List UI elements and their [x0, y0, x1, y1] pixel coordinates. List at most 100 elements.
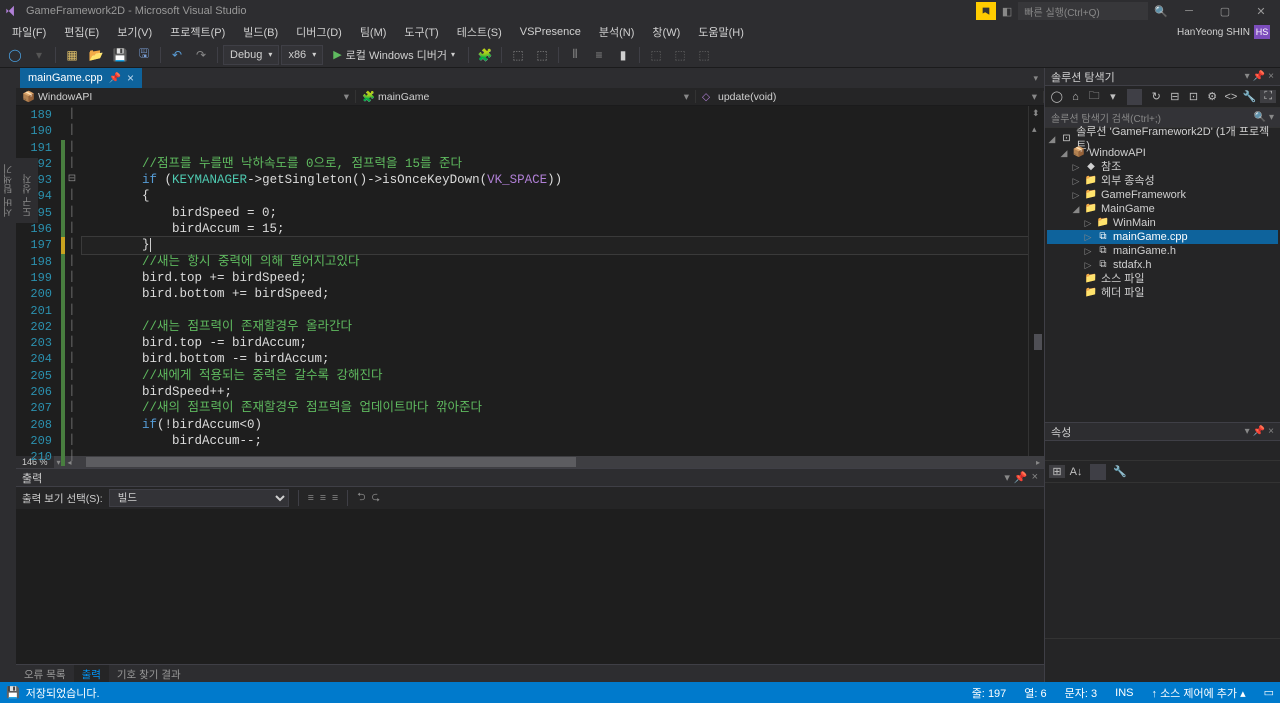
tb-icon-1[interactable]: 🧩: [474, 45, 496, 65]
nav-back-button[interactable]: ◯: [4, 45, 26, 65]
tree-row[interactable]: ▷◆참조: [1047, 160, 1278, 174]
sol-tb-scope-icon[interactable]: 🗀: [1086, 87, 1102, 106]
source-control-add[interactable]: ↑ 소스 제어에 추가 ▴: [1152, 685, 1246, 701]
pin-icon[interactable]: 📌: [1253, 71, 1265, 82]
horizontal-scrollbar[interactable]: 146 % ▾ ◂ ▸: [16, 456, 1044, 468]
close-icon[interactable]: ×: [1268, 71, 1274, 82]
tree-row[interactable]: ▷⧉mainGame.cpp: [1047, 230, 1278, 244]
menu-team[interactable]: 팀(M): [352, 22, 395, 42]
undo-button[interactable]: ↶: [166, 45, 188, 65]
status-notify-icon[interactable]: ▭: [1264, 686, 1274, 699]
out-tb-icon-5[interactable]: ⮎: [372, 489, 380, 507]
solution-tree[interactable]: ◢⊡ 솔루션 'GameFramework2D' (1개 프로젝트) ◢📦Win…: [1045, 128, 1280, 304]
sol-tb-props-icon[interactable]: ⚙: [1204, 90, 1220, 103]
save-all-button[interactable]: 🖫: [133, 45, 155, 65]
nav-scope-project[interactable]: 📦 WindowAPI ▾: [16, 90, 356, 103]
menu-view[interactable]: 보기(V): [109, 22, 160, 42]
tree-row[interactable]: ◢📁MainGame: [1047, 202, 1278, 216]
pin-icon[interactable]: 📌: [109, 73, 121, 84]
sol-tb-refresh-icon[interactable]: ↻: [1148, 90, 1164, 103]
menu-test[interactable]: 테스트(S): [449, 22, 510, 42]
menu-vspresence[interactable]: VSPresence: [512, 24, 589, 40]
quick-launch-input[interactable]: 빠른 실행(Ctrl+Q): [1018, 2, 1148, 20]
tree-solution-root[interactable]: ◢⊡ 솔루션 'GameFramework2D' (1개 프로젝트): [1047, 132, 1278, 146]
close-icon[interactable]: ×: [1268, 426, 1274, 437]
tree-row[interactable]: 📁소스 파일: [1047, 272, 1278, 286]
menu-analyze[interactable]: 분석(N): [591, 22, 643, 42]
out-tb-icon-3[interactable]: ≡: [332, 492, 338, 504]
scroll-minimap[interactable]: ⬍ ▴: [1028, 106, 1044, 456]
menu-help[interactable]: 도움말(H): [690, 22, 752, 42]
tree-row[interactable]: ▷📁WinMain: [1047, 216, 1278, 230]
tab-output[interactable]: 출력: [74, 665, 109, 682]
tree-row[interactable]: ▷📁GameFramework: [1047, 188, 1278, 202]
new-project-button[interactable]: ▦: [61, 45, 83, 65]
nav-fwd-button[interactable]: ▾: [28, 45, 50, 65]
menu-project[interactable]: 프로젝트(P): [162, 22, 233, 42]
menu-build[interactable]: 빌드(B): [235, 22, 286, 42]
maximize-button[interactable]: ▢: [1210, 2, 1240, 20]
save-button[interactable]: 💾: [109, 45, 131, 65]
user-avatar-icon[interactable]: HS: [1254, 25, 1270, 39]
tree-row[interactable]: ▷📁외부 종속성: [1047, 174, 1278, 188]
split-icon[interactable]: ⬍: [1032, 108, 1040, 119]
prop-cat-icon[interactable]: ⊞: [1049, 465, 1065, 478]
menu-debug[interactable]: 디버그(D): [288, 22, 350, 42]
notification-button[interactable]: [976, 2, 996, 20]
code-editor[interactable]: 1891901911921931941951961971981992002012…: [16, 106, 1044, 456]
tb-icon-3[interactable]: ⬚: [531, 45, 553, 65]
menu-window[interactable]: 창(W): [644, 22, 688, 42]
tree-row[interactable]: ▷⧉mainGame.h: [1047, 244, 1278, 258]
output-source-select[interactable]: 빌드: [109, 489, 289, 507]
out-tb-icon-2[interactable]: ≡: [320, 492, 326, 504]
tree-row[interactable]: 📁헤더 파일: [1047, 286, 1278, 300]
start-debugging-button[interactable]: ▶로컬 Windows 디버거 ▾: [325, 45, 463, 65]
search-icon[interactable]: 🔍: [1154, 5, 1168, 18]
tree-row[interactable]: ▷⧉stdafx.h: [1047, 258, 1278, 272]
scroll-right-icon[interactable]: ▸: [1032, 458, 1044, 467]
toolbox-tab[interactable]: 도구 상자: [21, 162, 36, 219]
menu-tools[interactable]: 도구(T): [396, 22, 446, 42]
tb-icon-5[interactable]: ≡: [588, 45, 610, 65]
tb-icon-8[interactable]: ⬚: [669, 45, 691, 65]
sol-tb-wrench-icon[interactable]: 🔧: [1242, 90, 1258, 103]
dropdown-icon[interactable]: ▾: [1245, 71, 1250, 82]
sol-tb-chev-icon[interactable]: ▾: [1105, 90, 1121, 103]
menu-edit[interactable]: 편집(E): [56, 22, 107, 42]
code-content[interactable]: //점프를 누를땐 낙하속도를 0으로, 점프력을 15를 준다 if (KEY…: [78, 106, 1028, 456]
nav-scope-class[interactable]: 🧩 mainGame ▾: [356, 90, 696, 103]
hscroll-thumb[interactable]: [86, 457, 576, 467]
minimize-button[interactable]: ─: [1174, 2, 1204, 20]
prop-wrench-icon[interactable]: 🔧: [1112, 465, 1128, 478]
out-tb-icon-4[interactable]: ⮌: [357, 489, 365, 507]
tab-dropdown-icon[interactable]: ▾: [1033, 73, 1044, 84]
properties-body[interactable]: [1045, 483, 1280, 638]
tab-errors[interactable]: 오류 목록: [16, 665, 74, 682]
config-dropdown[interactable]: Debug ▾: [223, 45, 279, 65]
redo-button[interactable]: ↷: [190, 45, 212, 65]
server-explorer-tab[interactable]: 서버 탐색기: [2, 162, 17, 219]
platform-dropdown[interactable]: x86 ▾: [281, 45, 323, 65]
pin-icon[interactable]: 📌: [1253, 426, 1265, 437]
close-icon[interactable]: ×: [1032, 471, 1038, 484]
dropdown-icon[interactable]: ▾: [1245, 426, 1250, 437]
prop-az-icon[interactable]: A↓: [1068, 466, 1084, 478]
output-body[interactable]: [16, 509, 1044, 664]
sol-tb-expand-icon[interactable]: ⛶: [1260, 90, 1276, 103]
sol-tb-viewcode-icon[interactable]: <>: [1223, 91, 1239, 103]
left-tool-strip[interactable]: 서버 탐색기 도구 상자: [0, 158, 38, 223]
nav-scope-method[interactable]: ◇ update(void) ▾: [696, 91, 1044, 103]
close-icon[interactable]: ×: [127, 71, 134, 85]
file-tab-maingame[interactable]: mainGame.cpp 📌 ×: [20, 68, 142, 88]
tb-icon-4[interactable]: ⫴: [564, 45, 586, 65]
tb-icon-7[interactable]: ⬚: [645, 45, 667, 65]
tb-icon-2[interactable]: ⬚: [507, 45, 529, 65]
sol-tb-home-icon[interactable]: ◯: [1049, 90, 1065, 103]
tab-find-symbol[interactable]: 기호 찾기 결과: [109, 665, 189, 682]
tb-icon-6[interactable]: ▮: [612, 45, 634, 65]
pin-icon[interactable]: 📌: [1014, 471, 1028, 484]
user-name[interactable]: HanYeong SHIN: [1177, 27, 1250, 38]
out-tb-icon-1[interactable]: ≡: [308, 492, 314, 504]
fold-column[interactable]: ││││⊟│││││││││││││││││: [66, 106, 78, 456]
close-button[interactable]: ✕: [1246, 2, 1276, 20]
